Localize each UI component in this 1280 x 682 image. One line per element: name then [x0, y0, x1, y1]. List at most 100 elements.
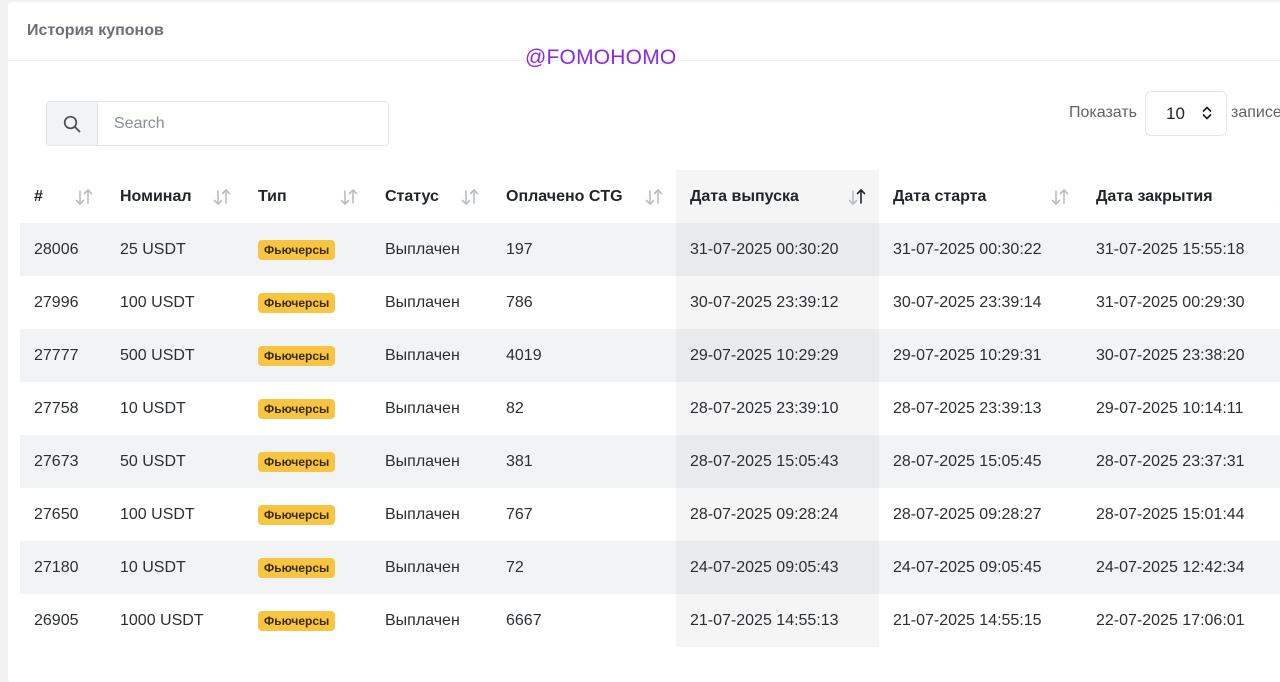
cell-issue-date: 28-07-2025 09:28:24: [676, 488, 879, 541]
cell-nominal: 100 USDT: [106, 276, 244, 329]
cell-status: Выплачен: [371, 382, 492, 435]
cell-type: Фьючерсы: [244, 382, 371, 435]
cell-paid-ctg: 767: [492, 488, 676, 541]
table-row: 27673 50 USDT Фьючерсы Выплачен 381 28-07-202…: [20, 435, 1280, 488]
column-header-type[interactable]: Тип: [244, 170, 371, 223]
table-body: 28006 25 USDT Фьючерсы Выплачен 197 31-07-202…: [20, 223, 1280, 647]
column-header-issue-date[interactable]: Дата выпуска: [676, 170, 879, 223]
select-caret-icon: [1202, 106, 1212, 120]
cell-type: Фьючерсы: [244, 488, 371, 541]
watermark-text: @FOMOHOMO: [525, 46, 677, 69]
cell-start-date: 28-07-2025 23:39:13: [879, 382, 1082, 435]
search-input[interactable]: [98, 102, 388, 145]
search-icon: [63, 115, 81, 132]
cell-status: Выплачен: [371, 488, 492, 541]
column-header-close-date[interactable]: Дата закрытия: [1082, 170, 1280, 223]
cell-type: Фьючерсы: [244, 329, 371, 382]
type-badge: Фьючерсы: [258, 398, 336, 419]
table-row: 28006 25 USDT Фьючерсы Выплачен 197 31-07-202…: [20, 223, 1280, 276]
cell-issue-date: 28-07-2025 15:05:43: [676, 435, 879, 488]
cell-close-date: 29-07-2025 10:14:11: [1082, 382, 1280, 435]
sort-icon: [1051, 189, 1069, 205]
column-header-label: Дата старта: [893, 187, 987, 205]
sort-icon: [213, 189, 231, 205]
cell-paid-ctg: 72: [492, 541, 676, 594]
type-badge: Фьючерсы: [258, 345, 336, 366]
cell-start-date: 24-07-2025 09:05:45: [879, 541, 1082, 594]
cell-paid-ctg: 381: [492, 435, 676, 488]
cell-nominal: 10 USDT: [106, 382, 244, 435]
column-header-label: Дата выпуска: [690, 187, 799, 205]
cell-issue-date: 31-07-2025 00:30:20: [676, 223, 879, 276]
cell-id: 28006: [20, 223, 106, 276]
cell-id: 27650: [20, 488, 106, 541]
cell-type: Фьючерсы: [244, 223, 371, 276]
cell-close-date: 22-07-2025 17:06:01: [1082, 594, 1280, 647]
cell-nominal: 10 USDT: [106, 541, 244, 594]
cell-paid-ctg: 6667: [492, 594, 676, 647]
sort-desc-icon: [848, 189, 866, 205]
cell-status: Выплачен: [371, 223, 492, 276]
cell-type: Фьючерсы: [244, 435, 371, 488]
cell-start-date: 31-07-2025 00:30:22: [879, 223, 1082, 276]
column-header-nominal[interactable]: Номинал: [106, 170, 244, 223]
cell-id: 27673: [20, 435, 106, 488]
table-row: 27180 10 USDT Фьючерсы Выплачен 72 24-07-2025…: [20, 541, 1280, 594]
cell-paid-ctg: 4019: [492, 329, 676, 382]
cell-paid-ctg: 786: [492, 276, 676, 329]
column-header-number[interactable]: #: [20, 170, 106, 223]
type-badge: Фьючерсы: [258, 557, 336, 578]
entries-per-page-select[interactable]: 10: [1145, 91, 1227, 136]
column-header-label: Тип: [258, 187, 287, 205]
cell-start-date: 28-07-2025 09:28:27: [879, 488, 1082, 541]
cell-nominal: 500 USDT: [106, 329, 244, 382]
column-header-label: Дата закрытия: [1096, 187, 1213, 205]
cell-status: Выплачен: [371, 276, 492, 329]
column-header-start-date[interactable]: Дата старта: [879, 170, 1082, 223]
table-row: 27650 100 USDT Фьючерсы Выплачен 767 28-07-20…: [20, 488, 1280, 541]
cell-start-date: 28-07-2025 15:05:45: [879, 435, 1082, 488]
cell-close-date: 31-07-2025 15:55:18: [1082, 223, 1280, 276]
search-addon[interactable]: [47, 102, 98, 145]
length-show-label: Показать: [1069, 104, 1138, 121]
sort-icon: [75, 189, 93, 205]
cell-paid-ctg: 197: [492, 223, 676, 276]
column-header-status[interactable]: Статус: [371, 170, 492, 223]
cell-nominal: 1000 USDT: [106, 594, 244, 647]
search-box[interactable]: [46, 101, 389, 146]
column-header-label: Номинал: [120, 187, 192, 205]
cell-id: 26905: [20, 594, 106, 647]
entries-select-value: 10: [1166, 103, 1185, 123]
cell-issue-date: 21-07-2025 14:55:13: [676, 594, 879, 647]
table-row: 27996 100 USDT Фьючерсы Выплачен 786 30-07-20…: [20, 276, 1280, 329]
type-badge: Фьючерсы: [258, 239, 336, 260]
cell-issue-date: 28-07-2025 23:39:10: [676, 382, 879, 435]
sort-icon: [645, 189, 663, 205]
table-header-row: # Номинал Тип Статус Оплачено CTG Дата выпуск…: [20, 170, 1280, 223]
table-row: 27777 500 USDT Фьючерсы Выплачен 4019 29-07-2…: [20, 329, 1280, 382]
cell-type: Фьючерсы: [244, 594, 371, 647]
cell-close-date: 24-07-2025 12:42:34: [1082, 541, 1280, 594]
length-records-label: записей: [1231, 104, 1280, 121]
cell-status: Выплачен: [371, 329, 492, 382]
cell-id: 27996: [20, 276, 106, 329]
column-header-paid-ctg[interactable]: Оплачено CTG: [492, 170, 676, 223]
cell-start-date: 21-07-2025 14:55:15: [879, 594, 1082, 647]
cell-issue-date: 29-07-2025 10:29:29: [676, 329, 879, 382]
cell-issue-date: 24-07-2025 09:05:43: [676, 541, 879, 594]
type-badge: Фьючерсы: [258, 504, 336, 525]
type-badge: Фьючерсы: [258, 292, 336, 313]
cell-type: Фьючерсы: [244, 276, 371, 329]
table-row: 27758 10 USDT Фьючерсы Выплачен 82 28-07-2025…: [20, 382, 1280, 435]
sort-icon: [340, 189, 358, 205]
cell-nominal: 50 USDT: [106, 435, 244, 488]
column-header-label: Оплачено CTG: [506, 187, 623, 205]
cell-type: Фьючерсы: [244, 541, 371, 594]
cell-id: 27777: [20, 329, 106, 382]
coupons-table: # Номинал Тип Статус Оплачено CTG Дата выпуск…: [20, 170, 1280, 647]
cell-paid-ctg: 82: [492, 382, 676, 435]
cell-nominal: 100 USDT: [106, 488, 244, 541]
cell-status: Выплачен: [371, 594, 492, 647]
cell-close-date: 28-07-2025 15:01:44: [1082, 488, 1280, 541]
type-badge: Фьючерсы: [258, 610, 336, 631]
